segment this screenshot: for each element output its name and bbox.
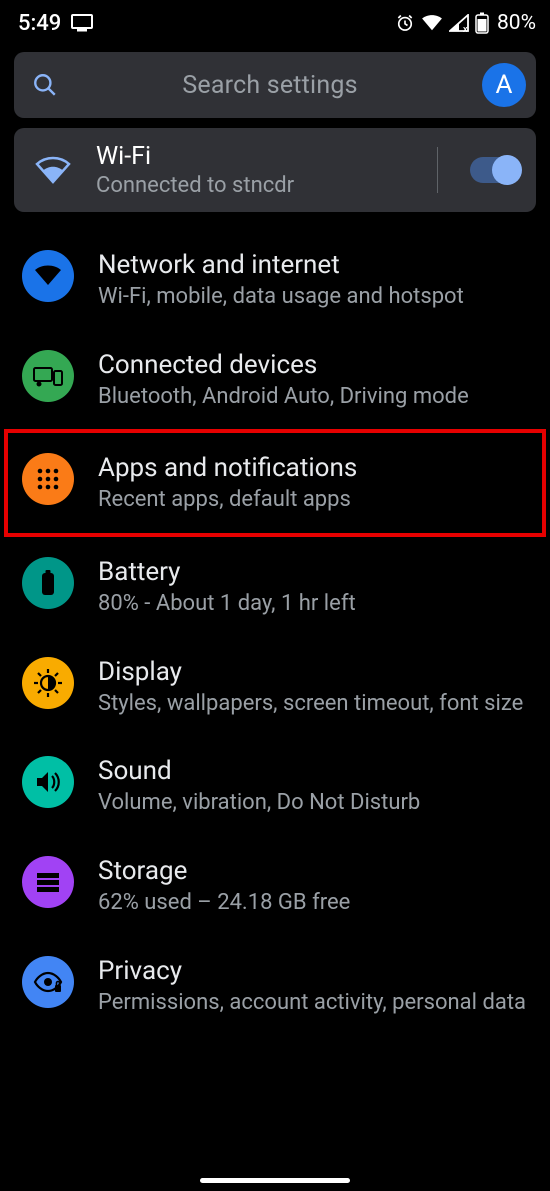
item-title: Privacy bbox=[98, 956, 528, 986]
screen-cast-icon bbox=[71, 14, 93, 32]
item-title: Battery bbox=[98, 557, 528, 587]
item-connected-devices[interactable]: Connected devices Bluetooth, Android Aut… bbox=[0, 330, 550, 430]
item-battery[interactable]: Battery 80% - About 1 day, 1 hr left bbox=[0, 537, 550, 637]
battery-icon bbox=[22, 557, 74, 609]
item-storage[interactable]: Storage 62% used – 24.18 GB free bbox=[0, 836, 550, 936]
svg-text:x: x bbox=[463, 25, 468, 32]
status-left: 5:49 bbox=[18, 11, 93, 36]
status-bar: 5:49 x 80% bbox=[0, 0, 550, 42]
item-title: Connected devices bbox=[98, 350, 528, 380]
wifi-text: Wi-Fi Connected to stncdr bbox=[96, 142, 413, 198]
wifi-quick-card[interactable]: Wi-Fi Connected to stncdr bbox=[14, 128, 536, 212]
item-subtitle: Recent apps, default apps bbox=[98, 485, 528, 515]
search-icon bbox=[32, 72, 58, 98]
item-subtitle: Permissions, account activity, personal … bbox=[98, 988, 528, 1018]
item-title: Display bbox=[98, 657, 528, 687]
nav-indicator[interactable] bbox=[200, 1178, 350, 1183]
privacy-icon bbox=[22, 956, 74, 1008]
clock: 5:49 bbox=[18, 11, 61, 36]
status-right: x 80% bbox=[395, 11, 536, 35]
item-subtitle: Volume, vibration, Do Not Disturb bbox=[98, 788, 528, 818]
wifi-subtitle: Connected to stncdr bbox=[96, 173, 413, 198]
profile-avatar[interactable]: A bbox=[482, 63, 526, 107]
wifi-title: Wi-Fi bbox=[96, 142, 413, 171]
item-subtitle: Styles, wallpapers, screen timeout, font… bbox=[98, 689, 528, 719]
signal-icon: x bbox=[449, 14, 469, 32]
wifi-toggle[interactable] bbox=[470, 157, 520, 183]
item-subtitle: Bluetooth, Android Auto, Driving mode bbox=[98, 382, 528, 412]
storage-icon bbox=[22, 856, 74, 908]
item-title: Network and internet bbox=[98, 250, 528, 280]
battery-icon bbox=[475, 12, 489, 34]
sound-icon bbox=[22, 756, 74, 808]
item-apps-notifications[interactable]: Apps and notifications Recent apps, defa… bbox=[6, 431, 544, 535]
item-title: Sound bbox=[98, 756, 528, 786]
vertical-divider bbox=[437, 147, 438, 193]
search-placeholder: Search settings bbox=[58, 71, 482, 100]
battery-percent: 80% bbox=[497, 11, 536, 35]
wifi-icon bbox=[30, 156, 76, 184]
item-subtitle: 80% - About 1 day, 1 hr left bbox=[98, 589, 528, 619]
item-title: Apps and notifications bbox=[98, 453, 528, 483]
item-network[interactable]: Network and internet Wi-Fi, mobile, data… bbox=[0, 230, 550, 330]
wifi-status-icon bbox=[421, 14, 443, 32]
item-display[interactable]: Display Styles, wallpapers, screen timeo… bbox=[0, 637, 550, 737]
item-title: Storage bbox=[98, 856, 528, 886]
alarm-icon bbox=[395, 13, 415, 33]
search-bar[interactable]: Search settings A bbox=[14, 52, 536, 118]
apps-icon bbox=[22, 453, 74, 505]
item-subtitle: 62% used – 24.18 GB free bbox=[98, 888, 528, 918]
item-sound[interactable]: Sound Volume, vibration, Do Not Disturb bbox=[0, 736, 550, 836]
item-privacy[interactable]: Privacy Permissions, account activity, p… bbox=[0, 936, 550, 1036]
avatar-letter: A bbox=[496, 70, 513, 100]
item-subtitle: Wi-Fi, mobile, data usage and hotspot bbox=[98, 282, 528, 312]
devices-icon bbox=[22, 350, 74, 402]
wifi-icon bbox=[22, 250, 74, 302]
settings-list: Network and internet Wi-Fi, mobile, data… bbox=[0, 230, 550, 1036]
display-icon bbox=[22, 657, 74, 709]
